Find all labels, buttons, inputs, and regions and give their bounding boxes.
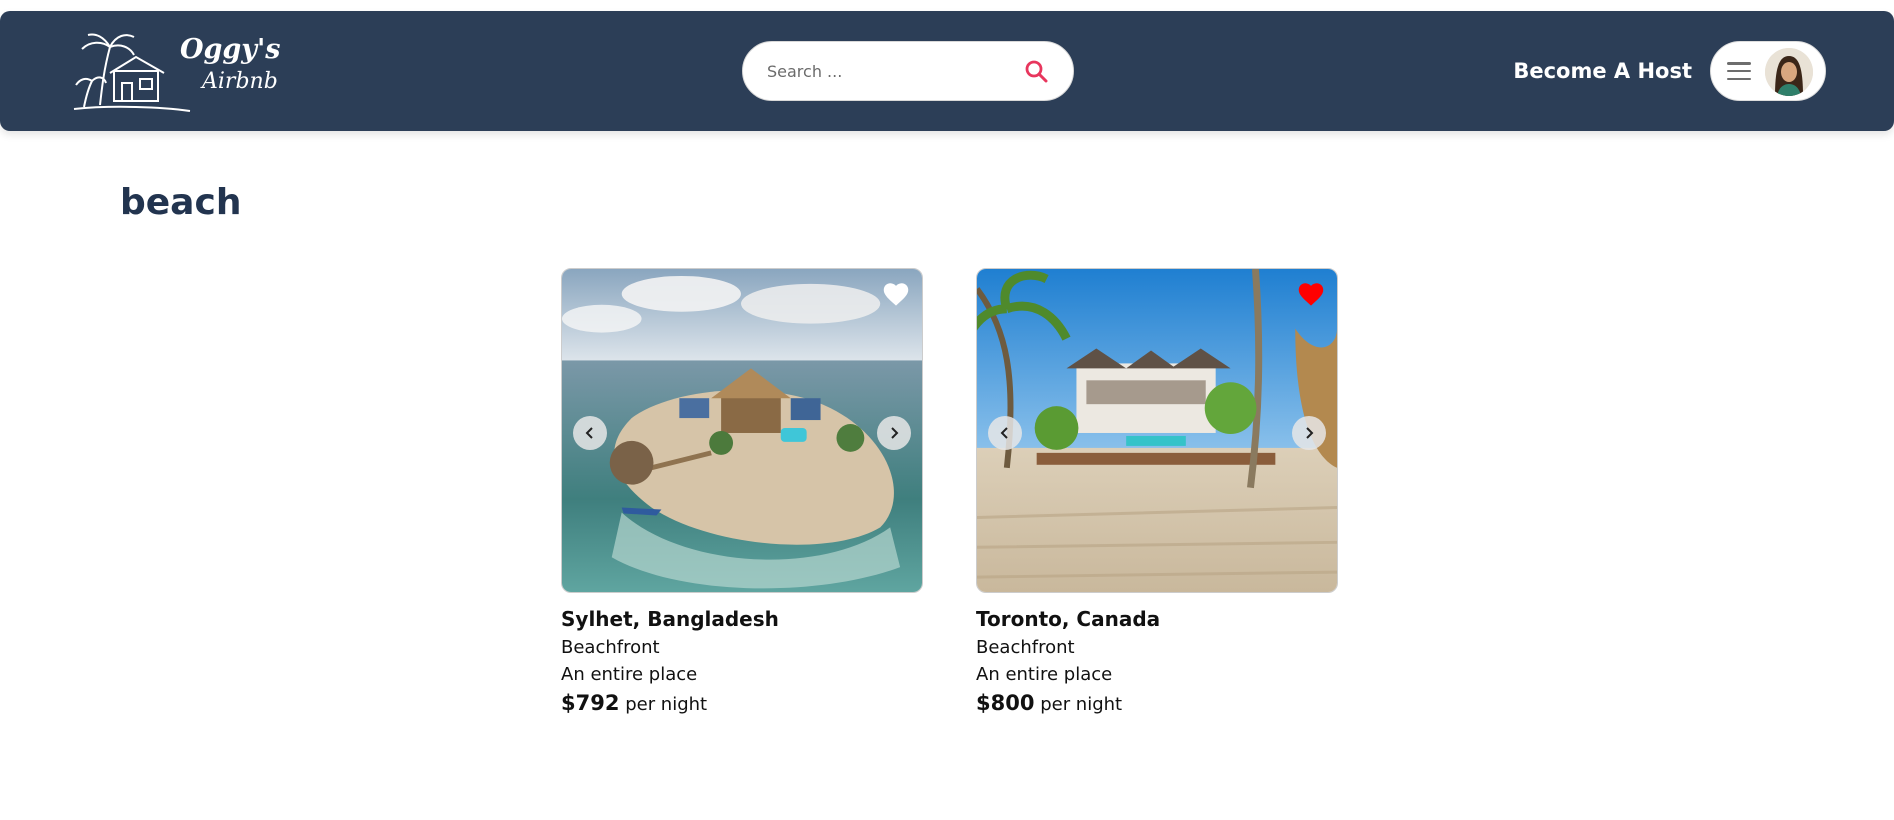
become-host-link[interactable]: Become A Host xyxy=(1512,59,1692,83)
listing-photo xyxy=(562,269,922,592)
heart-icon[interactable] xyxy=(882,281,910,307)
search-bar[interactable] xyxy=(742,41,1074,101)
heart-icon[interactable] xyxy=(1297,281,1325,307)
navbar: Oggy's Airbnb Become A Host xyxy=(0,11,1894,131)
chevron-right-icon[interactable] xyxy=(877,416,911,450)
listing-image[interactable] xyxy=(976,268,1338,593)
listing-photo xyxy=(977,269,1337,592)
avatar xyxy=(1765,48,1813,96)
listing-category: Beachfront xyxy=(976,637,1075,658)
listing-card[interactable]: Sylhet, Bangladesh Beachfront An entire … xyxy=(561,268,923,715)
chevron-left-icon[interactable] xyxy=(573,416,607,450)
price-suffix: per night xyxy=(625,694,708,715)
logo-text-line2: Airbnb xyxy=(202,69,278,94)
listing-price: $792 per night xyxy=(561,691,923,715)
logo[interactable]: Oggy's Airbnb xyxy=(72,27,292,117)
chevron-right-icon[interactable] xyxy=(1292,416,1326,450)
search-icon[interactable] xyxy=(1023,58,1049,84)
page-title: beach xyxy=(120,182,242,223)
listing-type: An entire place xyxy=(561,664,698,685)
listing-price: $800 per night xyxy=(976,691,1338,715)
chevron-left-icon[interactable] xyxy=(988,416,1022,450)
listing-image[interactable] xyxy=(561,268,923,593)
hamburger-menu-icon xyxy=(1727,62,1751,80)
listing-card[interactable]: Toronto, Canada Beachfront An entire pla… xyxy=(976,268,1338,715)
listing-location[interactable]: Toronto, Canada xyxy=(976,607,1338,631)
listing-location[interactable]: Sylhet, Bangladesh xyxy=(561,607,923,631)
price-amount: $792 xyxy=(561,691,620,715)
listing-type: An entire place xyxy=(976,664,1113,685)
user-menu-button[interactable] xyxy=(1710,41,1826,101)
listing-category: Beachfront xyxy=(561,637,660,658)
logo-text-line1: Oggy's xyxy=(180,34,281,65)
price-amount: $800 xyxy=(976,691,1035,715)
price-suffix: per night xyxy=(1040,694,1123,715)
search-input[interactable] xyxy=(767,61,1023,81)
